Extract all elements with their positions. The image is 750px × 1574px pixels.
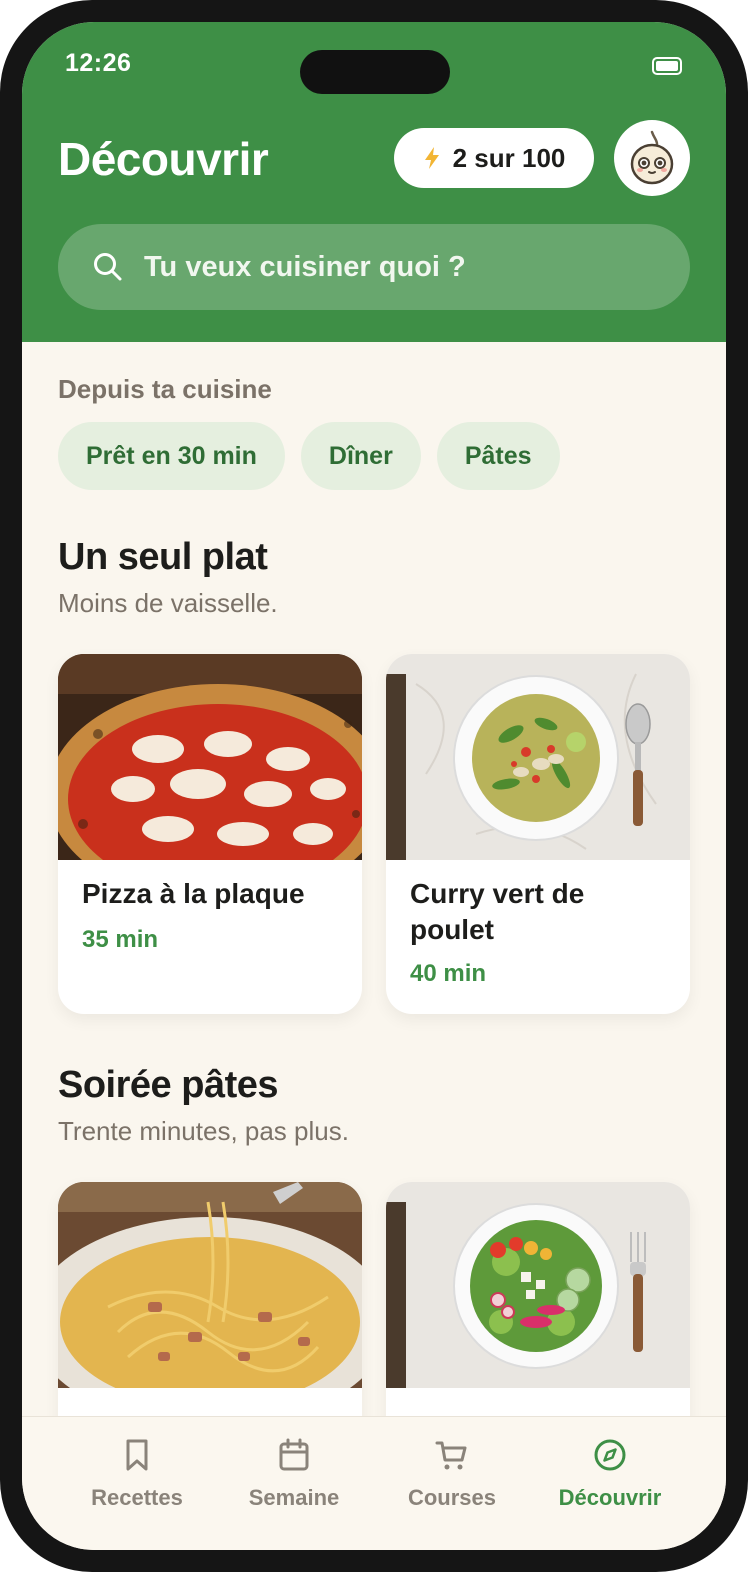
recipe-time: 40 min bbox=[410, 960, 487, 987]
search-icon bbox=[94, 253, 122, 281]
status-time: 12:26 bbox=[65, 49, 132, 77]
tab-label: Semaine bbox=[248, 1485, 340, 1510]
page-title: Découvrir bbox=[58, 133, 269, 185]
section-subtitle: Trente minutes, pas plus. bbox=[58, 1116, 349, 1146]
tab-label: Courses bbox=[407, 1485, 497, 1510]
section-title: Un seul plat bbox=[58, 536, 268, 578]
cart-icon bbox=[435, 1441, 467, 1470]
green-curry-image bbox=[386, 654, 690, 860]
search-input[interactable] bbox=[142, 249, 622, 285]
recipe-title: Pizza à la plaque bbox=[82, 878, 305, 909]
battery-icon bbox=[652, 57, 682, 75]
tab-recettes[interactable]: Recettes bbox=[52, 1437, 222, 1511]
onion-mascot-icon bbox=[630, 130, 674, 185]
bookmark-icon bbox=[126, 1439, 148, 1471]
chip-pasta[interactable]: Pâtes bbox=[436, 422, 560, 490]
lightning-icon bbox=[424, 147, 439, 169]
pizza-image bbox=[58, 654, 362, 860]
chip-dinner[interactable]: Dîner bbox=[300, 422, 421, 490]
avatar-button[interactable] bbox=[614, 120, 690, 196]
recipe-title: Curry vert de poulet bbox=[410, 878, 585, 945]
phone-frame: 12:26 Découvrir 2 sur 100 Tu veux cuisin… bbox=[0, 0, 748, 1572]
credits-badge[interactable]: 2 sur 100 bbox=[394, 128, 594, 188]
calendar-icon bbox=[279, 1438, 309, 1471]
tab-bar: Recettes Semaine Courses Découvrir bbox=[22, 1416, 726, 1550]
dynamic-island bbox=[300, 50, 450, 94]
compass-icon bbox=[594, 1439, 626, 1471]
carbonara-image bbox=[58, 1182, 362, 1388]
recipe-card-pizza[interactable]: Pizza à la plaque 35 min bbox=[58, 654, 362, 1014]
tab-semaine[interactable]: Semaine bbox=[209, 1437, 379, 1511]
tab-decouvrir[interactable]: Découvrir bbox=[525, 1437, 695, 1511]
screen: 12:26 Découvrir 2 sur 100 Tu veux cuisin… bbox=[22, 22, 726, 1550]
recipe-time: 35 min bbox=[82, 926, 159, 953]
search-bar[interactable] bbox=[58, 224, 690, 310]
header: 12:26 Découvrir 2 sur 100 bbox=[22, 22, 726, 342]
section-title: Soirée pâtes bbox=[58, 1064, 279, 1106]
section-subtitle: Moins de vaisselle. bbox=[58, 588, 278, 618]
tab-label: Recettes bbox=[91, 1485, 183, 1510]
chip-ready-30[interactable]: Prêt en 30 min bbox=[58, 422, 285, 490]
credits-label: 2 sur 100 bbox=[452, 142, 566, 173]
recipe-card-green-curry[interactable]: Curry vert de poulet 40 min bbox=[386, 654, 690, 1014]
tab-courses[interactable]: Courses bbox=[367, 1437, 537, 1511]
tab-label: Découvrir bbox=[558, 1485, 662, 1510]
salad-image bbox=[386, 1182, 690, 1388]
kitchen-label: Depuis ta cuisine bbox=[58, 374, 272, 404]
filter-chips: Prêt en 30 min Dîner Pâtes bbox=[58, 422, 560, 490]
